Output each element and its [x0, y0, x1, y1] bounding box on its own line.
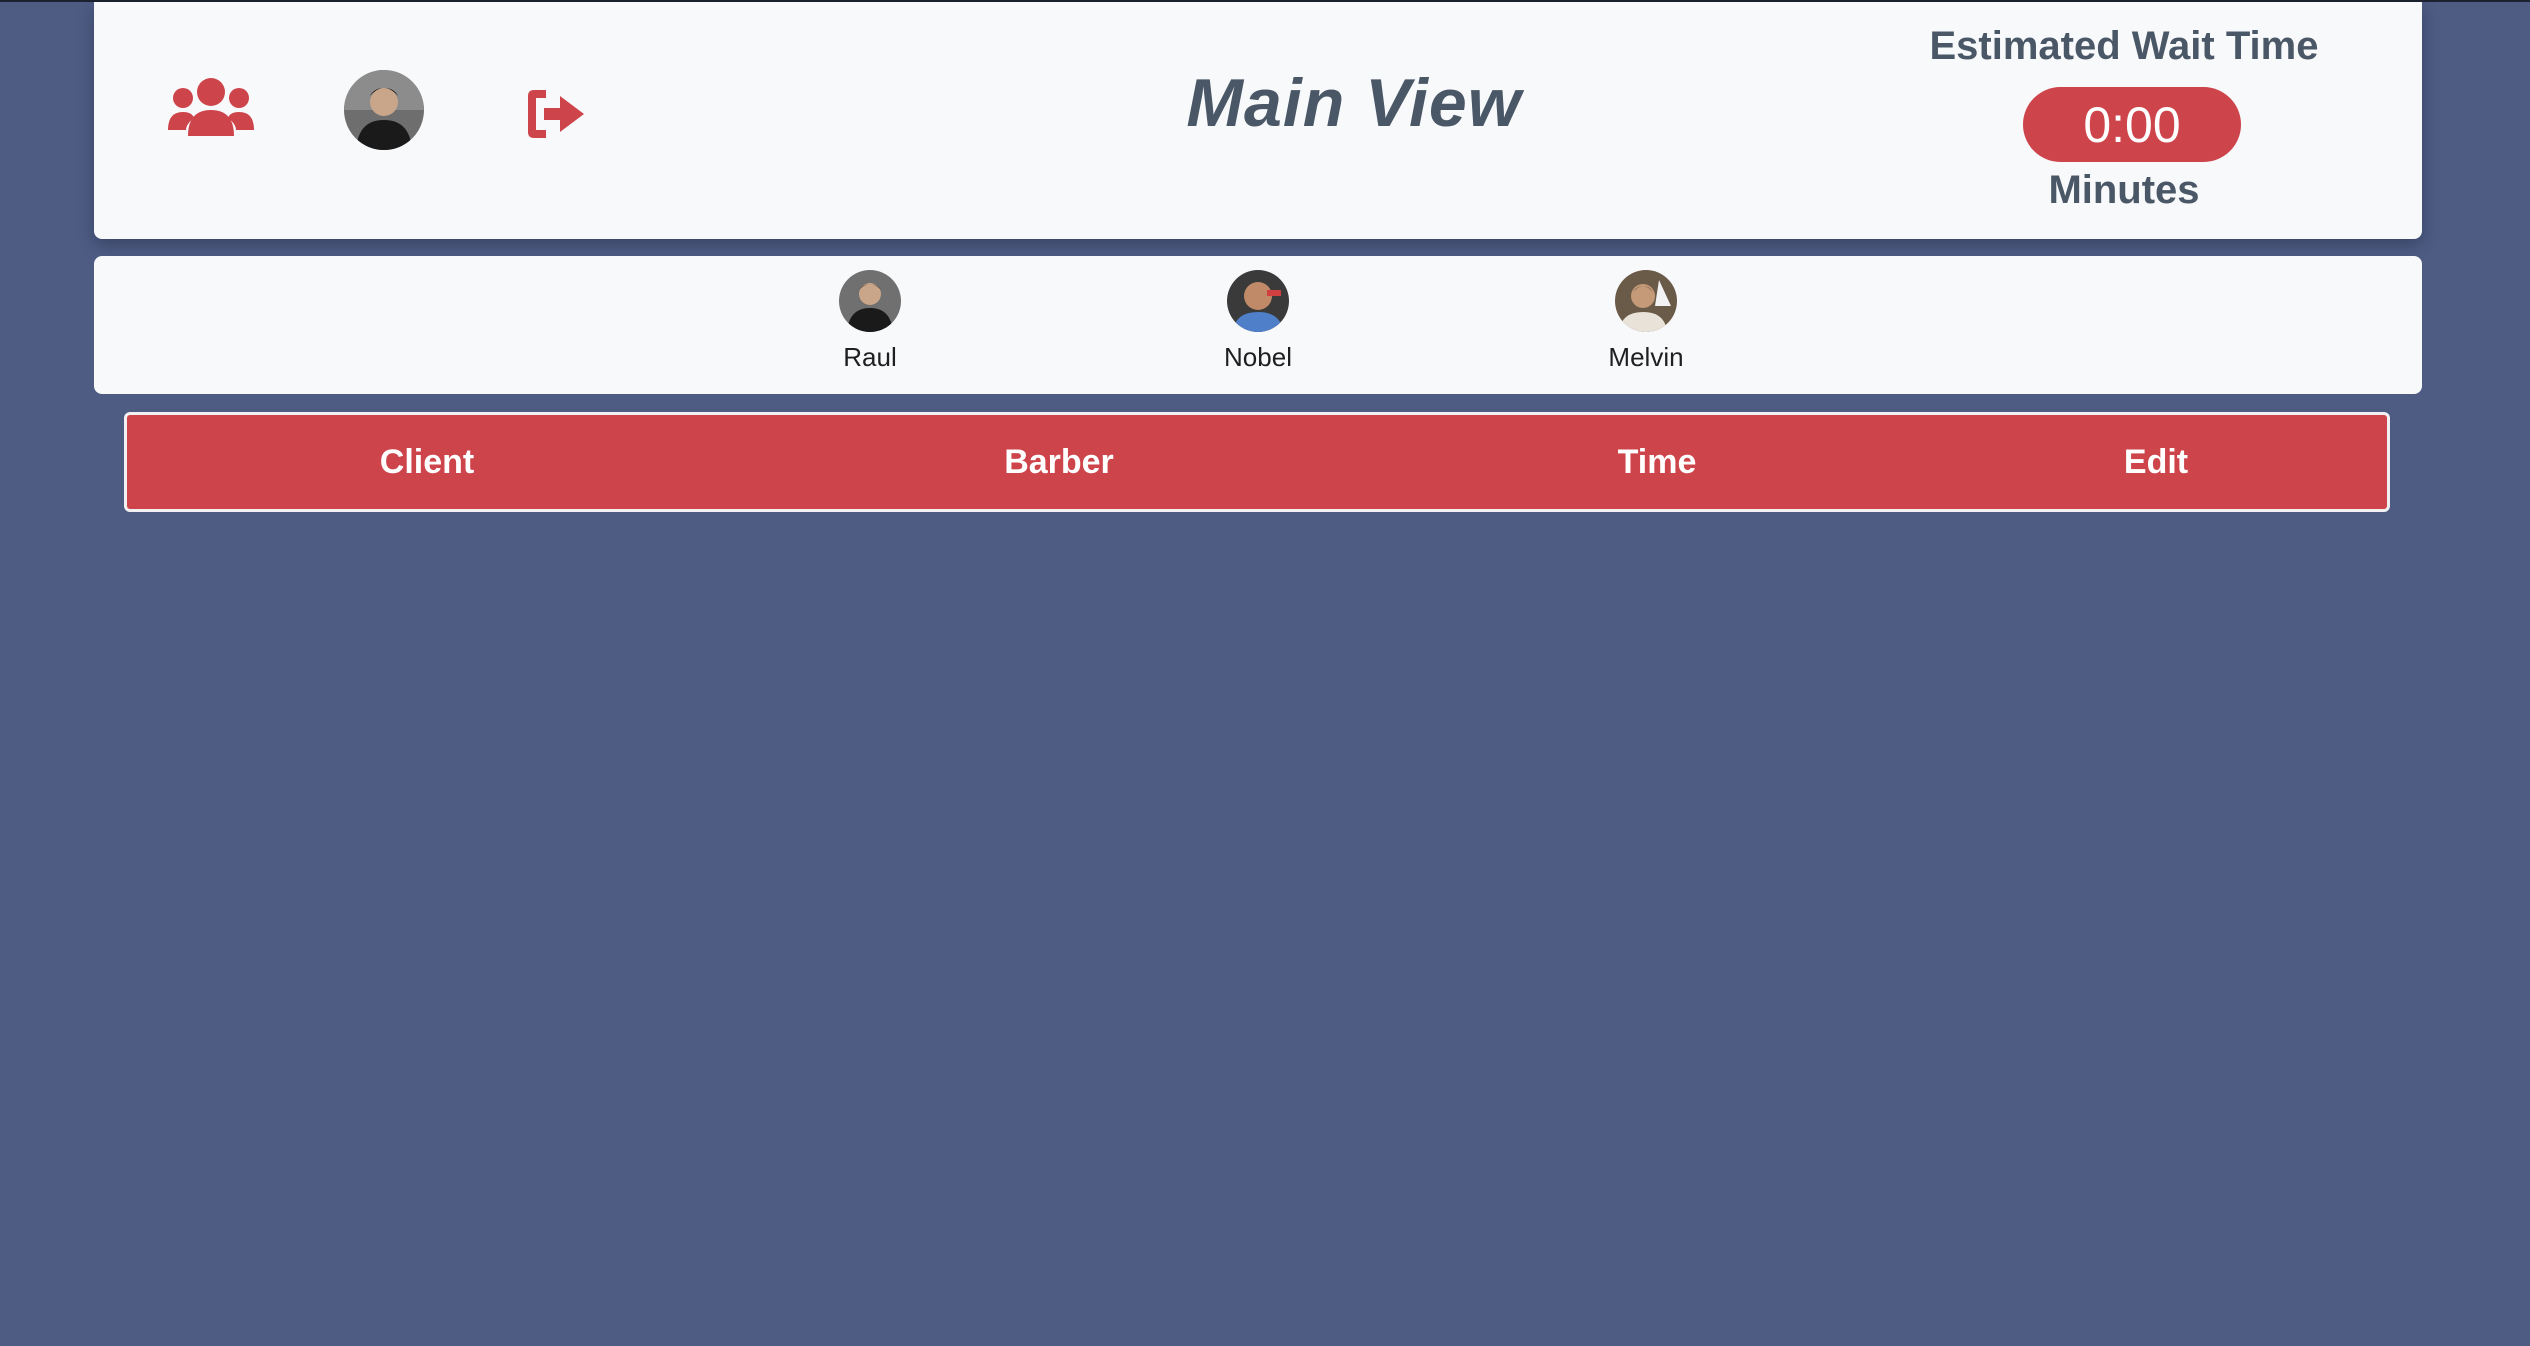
- barber-name: Nobel: [1224, 342, 1292, 372]
- wait-time-label: Estimated Wait Time: [1929, 24, 2319, 68]
- page: Main View Estimated Wait Time 0:00 Minut…: [0, 0, 2530, 1346]
- barber-name: Melvin: [1608, 342, 1684, 372]
- queue-table-header: Client Barber Time Edit: [124, 412, 2390, 512]
- barber-strip: Raul Nobel Melvin: [94, 256, 2422, 394]
- column-edit: Edit: [2123, 442, 2189, 481]
- barber-avatar: [1227, 270, 1289, 332]
- barber-melvin[interactable]: Melvin: [1566, 270, 1726, 373]
- sign-out-icon[interactable]: [524, 86, 588, 142]
- header-panel: Main View Estimated Wait Time 0:00 Minut…: [94, 2, 2422, 239]
- column-barber: Barber: [1004, 442, 1114, 481]
- barber-nobel[interactable]: Nobel: [1178, 270, 1338, 373]
- users-icon[interactable]: [168, 76, 254, 142]
- barber-raul[interactable]: Raul: [790, 270, 950, 373]
- column-time: Time: [1617, 442, 1697, 481]
- wait-time-unit: Minutes: [2048, 168, 2200, 212]
- barber-avatar: [1615, 270, 1677, 332]
- page-title: Main View: [1186, 65, 1522, 141]
- profile-avatar[interactable]: [344, 70, 424, 150]
- barber-name: Raul: [843, 342, 897, 372]
- column-client: Client: [379, 442, 475, 481]
- wait-time-value: 0:00: [2023, 87, 2241, 162]
- barber-avatar: [839, 270, 901, 332]
